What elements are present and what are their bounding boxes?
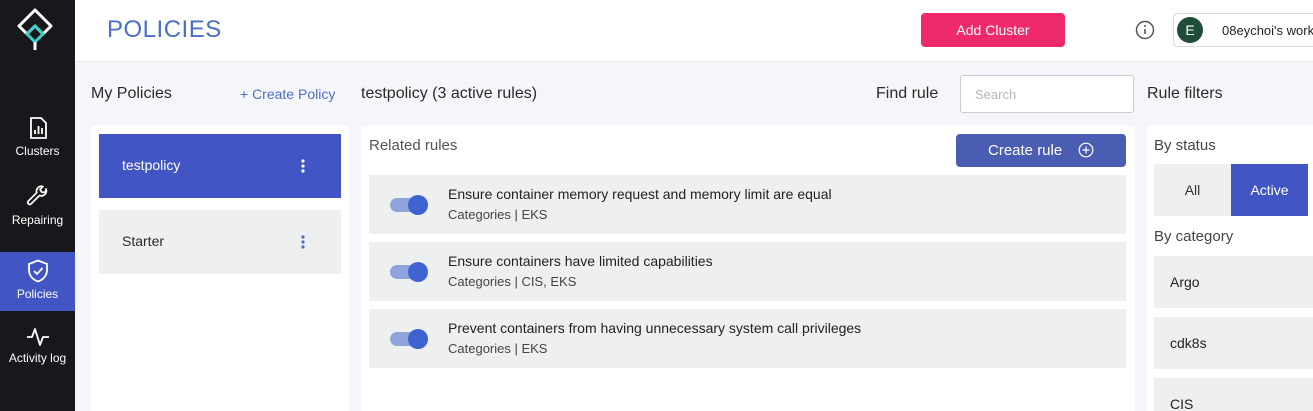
rule-row[interactable]: Ensure containers have limited capabilit… (369, 242, 1126, 301)
shield-check-icon (27, 259, 48, 283)
nav-label-repairing: Repairing (11, 213, 64, 227)
policy-item-starter[interactable]: Starter (99, 210, 341, 274)
nav-item-repairing[interactable]: Repairing (0, 185, 75, 243)
pulse-icon (26, 328, 49, 346)
rule-row[interactable]: Prevent containers from having unnecessa… (369, 309, 1126, 368)
category-filter-argo[interactable]: Argo (1154, 256, 1313, 308)
nav-label-policies: Policies (16, 287, 59, 301)
rule-toggle[interactable] (390, 195, 428, 215)
policies-panel: testpolicy Starter (91, 126, 349, 411)
filters-panel: By status All Active By category Argo cd… (1146, 126, 1313, 411)
nav-item-clusters[interactable]: Clusters (0, 116, 75, 174)
create-rule-button[interactable]: Create rule (956, 134, 1126, 167)
rule-categories: Categories | CIS, EKS (448, 274, 577, 289)
rule-toggle[interactable] (390, 262, 428, 282)
info-icon[interactable] (1135, 20, 1155, 40)
rule-filters-heading: Rule filters (1147, 85, 1223, 102)
status-filter-all[interactable]: All (1154, 164, 1231, 216)
by-status-label: By status (1154, 137, 1216, 154)
top-header: POLICIES Add Cluster E 08eychoi's worksp… (75, 0, 1313, 62)
add-cluster-button[interactable]: Add Cluster (921, 13, 1065, 47)
policy-rules-heading: testpolicy (3 active rules) (361, 85, 538, 102)
side-nav: Clusters Repairing Policies Activity log (0, 0, 75, 411)
rule-title: Ensure container memory request and memo… (448, 186, 832, 202)
policy-name: Starter (122, 233, 165, 249)
nav-item-policies[interactable]: Policies (0, 252, 75, 311)
page-title: POLICIES (107, 16, 222, 43)
by-category-label: By category (1154, 228, 1234, 245)
nav-label-clusters: Clusters (15, 144, 60, 158)
chart-icon (29, 117, 47, 139)
search-input[interactable] (960, 75, 1134, 113)
create-rule-label: Create rule (988, 142, 1063, 159)
rule-categories: Categories | EKS (448, 341, 548, 356)
category-label: cdk8s (1170, 335, 1207, 351)
wrench-icon (26, 185, 47, 206)
app-logo-icon[interactable] (15, 8, 55, 52)
create-policy-link[interactable]: + Create Policy (240, 86, 335, 102)
category-label: CIS (1170, 396, 1194, 411)
rule-title: Prevent containers from having unnecessa… (448, 320, 862, 336)
rule-toggle[interactable] (390, 329, 428, 349)
status-filter-active[interactable]: Active (1231, 164, 1308, 216)
find-rule-label: Find rule (876, 85, 939, 102)
more-vertical-icon[interactable] (297, 234, 309, 250)
more-vertical-icon[interactable] (297, 158, 309, 174)
avatar: E (1177, 17, 1203, 43)
rule-title: Ensure containers have limited capabilit… (448, 253, 713, 269)
rules-panel: Related rules Create rule Ensure contain… (361, 126, 1135, 411)
policy-item-testpolicy[interactable]: testpolicy (99, 134, 341, 198)
category-label: Argo (1170, 274, 1200, 290)
nav-label-activity-log: Activity log (8, 351, 67, 365)
rule-categories: Categories | EKS (448, 207, 548, 222)
policy-name: testpolicy (122, 157, 181, 173)
category-filter-cis[interactable]: CIS (1154, 378, 1313, 411)
my-policies-heading: My Policies (91, 85, 172, 102)
workspace-selector[interactable]: E 08eychoi's workspace (1173, 13, 1313, 47)
nav-item-activity-log[interactable]: Activity log (0, 327, 75, 385)
rule-row[interactable]: Ensure container memory request and memo… (369, 175, 1126, 234)
category-filter-cdk8s[interactable]: cdk8s (1154, 317, 1313, 369)
plus-circle-icon (1078, 142, 1094, 158)
workspace-name: 08eychoi's workspace (1222, 23, 1313, 38)
related-rules-label: Related rules (369, 137, 458, 154)
